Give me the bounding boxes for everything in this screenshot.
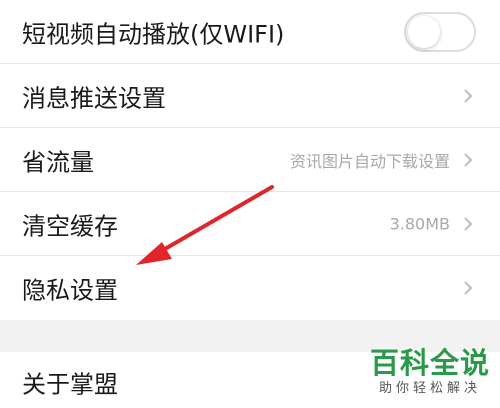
clear-cache-label: 清空缓存 <box>22 212 118 240</box>
autoplay-label: 短视频自动播放(仅WIFI) <box>22 20 285 48</box>
cache-size-value: 3.80MB <box>389 214 450 233</box>
push-settings-row[interactable]: 消息推送设置 <box>0 64 500 128</box>
about-label: 关于掌盟 <box>22 370 118 399</box>
data-saver-label: 省流量 <box>22 148 94 176</box>
toggle-knob <box>408 15 440 48</box>
chevron-right-icon <box>464 216 473 231</box>
chevron-right-icon <box>464 152 473 167</box>
autoplay-toggle[interactable] <box>404 11 476 52</box>
data-saver-value: 资讯图片自动下载设置 <box>289 151 450 171</box>
watermark-subtitle: 助你轻松解决 <box>378 381 481 396</box>
watermark-title: 百科全说 <box>369 346 490 380</box>
chevron-right-icon <box>464 88 473 103</box>
privacy-settings-label: 隐私设置 <box>22 276 118 305</box>
push-settings-label: 消息推送设置 <box>22 84 166 112</box>
privacy-settings-row[interactable]: 隐私设置 <box>0 256 500 320</box>
clear-cache-row[interactable]: 清空缓存 3.80MB <box>0 192 500 256</box>
chevron-right-icon <box>464 281 473 295</box>
autoplay-row: 短视频自动播放(仅WIFI) <box>0 0 500 64</box>
settings-list: 短视频自动播放(仅WIFI) 消息推送设置 省流量 资讯图片自动下载设置 清空缓… <box>0 0 500 320</box>
data-saver-row[interactable]: 省流量 资讯图片自动下载设置 <box>0 128 500 192</box>
watermark-logo: 百科全说 助你轻松解决 <box>366 346 494 398</box>
